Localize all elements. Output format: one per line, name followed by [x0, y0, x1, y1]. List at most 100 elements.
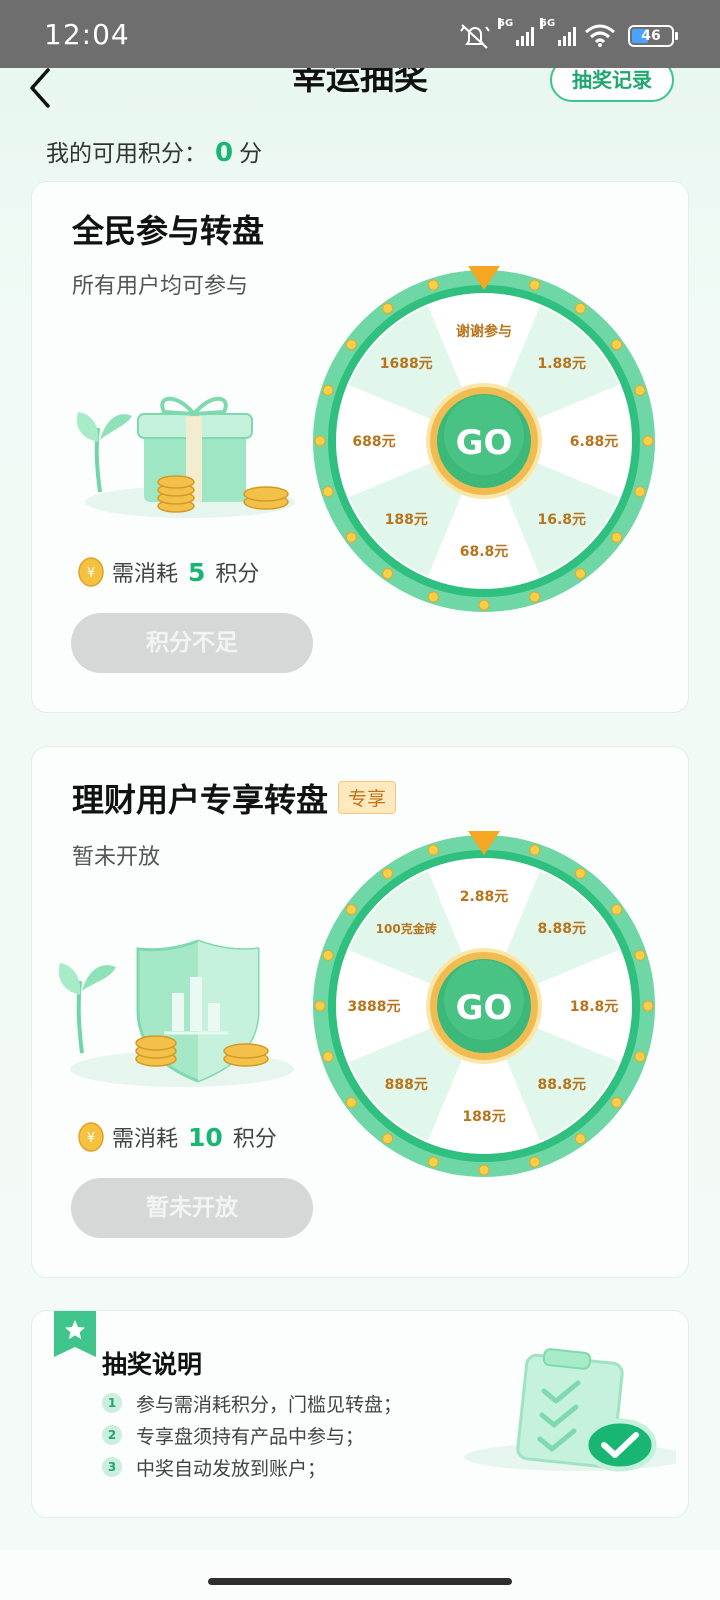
- wheel-card-exclusive: 理财用户专享转盘 专享 暂未开放 ¥ 需消耗 10 积分 暂未开放 2.88元 8.…: [31, 746, 689, 1278]
- signal-icon-2: 5G: [540, 18, 576, 46]
- prize-label: 谢谢参与: [456, 323, 512, 340]
- cost-unit: 积分: [232, 1127, 277, 1152]
- status-time: 12:04: [44, 18, 130, 51]
- prize-label: 16.8元: [538, 512, 587, 528]
- network-type-1: 5G: [498, 18, 514, 29]
- rules-card: 抽奖说明 1 参与需消耗积分，门槛见转盘； 2 专享盘须持有产品中参与； 3 中奖自动…: [31, 1310, 689, 1518]
- rule-number: 1: [102, 1393, 122, 1413]
- wheel-light-dot: [574, 568, 586, 580]
- wheel-light-dot: [634, 1051, 646, 1063]
- wheel-title: 全民参与转盘: [72, 212, 265, 250]
- wheel-light-dot: [427, 279, 439, 291]
- wheel-light-dot: [322, 1051, 334, 1063]
- wheel-light-dot: [382, 1133, 394, 1145]
- prize-label: 68.8元: [460, 544, 509, 560]
- lottery-wheel[interactable]: 2.88元 8.88元 18.8元 88.8元 188元 888元 3888元 100克金砖 G…: [309, 831, 659, 1181]
- lottery-record-button[interactable]: 抽奖记录: [550, 68, 674, 102]
- prize-label: 100克金砖: [376, 921, 437, 936]
- rule-number: 2: [102, 1425, 122, 1445]
- home-indicator[interactable]: [208, 1578, 512, 1585]
- coin-icon: ¥: [78, 1122, 104, 1152]
- wheel-light-dot: [427, 1156, 439, 1168]
- nav-bar: 幸运抽奖 抽奖记录: [0, 68, 720, 118]
- wheel-light-dot: [634, 384, 646, 396]
- wheel-light-dot: [345, 1096, 357, 1108]
- gift-illustration: [76, 396, 295, 518]
- wheel-light-dot: [314, 435, 326, 447]
- wheel-cost: ¥ 需消耗 10 积分: [78, 1121, 277, 1153]
- wheel-light-dot: [427, 844, 439, 856]
- wheel-light-dot: [529, 844, 541, 856]
- wheel-light-dot: [382, 867, 394, 879]
- prize-label: 188元: [462, 1109, 505, 1125]
- wifi-icon: [585, 24, 615, 47]
- cost-value: 5: [188, 557, 206, 587]
- cost-prefix: 需消耗: [112, 562, 179, 587]
- wheel-light-dot: [634, 949, 646, 961]
- mute-icon: [460, 24, 490, 49]
- rule-text: 中奖自动发放到账户；: [136, 1457, 327, 1480]
- prize-label: 688元: [352, 434, 395, 450]
- bottom-area: [0, 1550, 720, 1600]
- wheel-light-dot: [529, 279, 541, 291]
- go-button[interactable]: GO: [426, 383, 542, 499]
- wheel-light-dot: [611, 531, 623, 543]
- wheel-light-dot: [322, 486, 334, 498]
- prize-label: 3888元: [348, 999, 401, 1015]
- wheel-light-dot: [427, 591, 439, 603]
- prize-label: 188元: [385, 512, 428, 528]
- cost-value: 10: [188, 1122, 223, 1152]
- svg-text:¥: ¥: [87, 1131, 95, 1146]
- prize-label: 8.88元: [538, 921, 587, 937]
- wheel-light-dot: [611, 339, 623, 351]
- star-bookmark-icon: [54, 1311, 96, 1357]
- prize-label: 18.8元: [570, 999, 619, 1015]
- wheel-light-dot: [382, 302, 394, 314]
- wheel-light-dot: [345, 339, 357, 351]
- wheel-title: 理财用户专享转盘 专享: [72, 775, 397, 821]
- svg-text:¥: ¥: [87, 566, 95, 581]
- wheel-light-dot: [529, 1156, 541, 1168]
- not-open-button[interactable]: 暂未开放: [71, 1178, 313, 1238]
- wheel-light-dot: [529, 591, 541, 603]
- cost-unit: 积分: [215, 562, 260, 587]
- go-label: GO: [456, 988, 513, 1028]
- coin-icon: ¥: [78, 557, 104, 587]
- points-value: 0: [215, 138, 234, 168]
- network-type-2: 5G: [540, 18, 556, 29]
- wheel-card-public: 全民参与转盘 所有用户均可参与 ¥ 需消耗 5 积分 积分不足 谢谢参与 1.88…: [31, 181, 689, 713]
- wheel-light-dot: [642, 1000, 654, 1012]
- prize-label: 1.88元: [538, 356, 587, 372]
- shield-chart-illustration: [58, 939, 294, 1087]
- wheel-title-text: 理财用户专享转盘: [72, 781, 329, 819]
- wheel-light-dot: [574, 867, 586, 879]
- cost-prefix: 需消耗: [112, 1127, 179, 1152]
- lottery-wheel[interactable]: 谢谢参与 1.88元 6.88元 16.8元 68.8元 188元 688元 1688元 GO: [309, 266, 659, 616]
- go-label: GO: [456, 423, 513, 463]
- rule-item: 3 中奖自动发放到账户；: [102, 1451, 402, 1483]
- back-button[interactable]: [22, 68, 62, 112]
- wheel-subtitle: 所有用户均可参与: [72, 274, 249, 299]
- wheel-light-dot: [574, 302, 586, 314]
- wheel-subtitle: 暂未开放: [72, 845, 161, 870]
- prize-label: 2.88元: [460, 889, 509, 905]
- signal-icon-1: 5G: [498, 18, 534, 46]
- rule-item: 1 参与需消耗积分，门槛见转盘；: [102, 1387, 402, 1419]
- wheel-light-dot: [322, 384, 334, 396]
- wheel-light-dot: [345, 904, 357, 916]
- insufficient-points-button[interactable]: 积分不足: [71, 613, 313, 673]
- points-label: 我的可用积分：: [46, 141, 207, 167]
- wheel-light-dot: [314, 1000, 326, 1012]
- status-icons: 5G 5G 46: [458, 18, 678, 50]
- wheel-light-dot: [382, 568, 394, 580]
- wheel-light-dot: [611, 904, 623, 916]
- checklist-illustration: [464, 1348, 676, 1472]
- wheel-cost: ¥ 需消耗 5 积分: [78, 556, 259, 588]
- wheel-light-dot: [642, 435, 654, 447]
- wheel-light-dot: [574, 1133, 586, 1145]
- wheel-light-dot: [478, 599, 490, 611]
- prize-label: 88.8元: [538, 1077, 587, 1093]
- wheel-light-dot: [634, 486, 646, 498]
- exclusive-badge: 专享: [338, 781, 397, 814]
- go-button[interactable]: GO: [426, 948, 542, 1064]
